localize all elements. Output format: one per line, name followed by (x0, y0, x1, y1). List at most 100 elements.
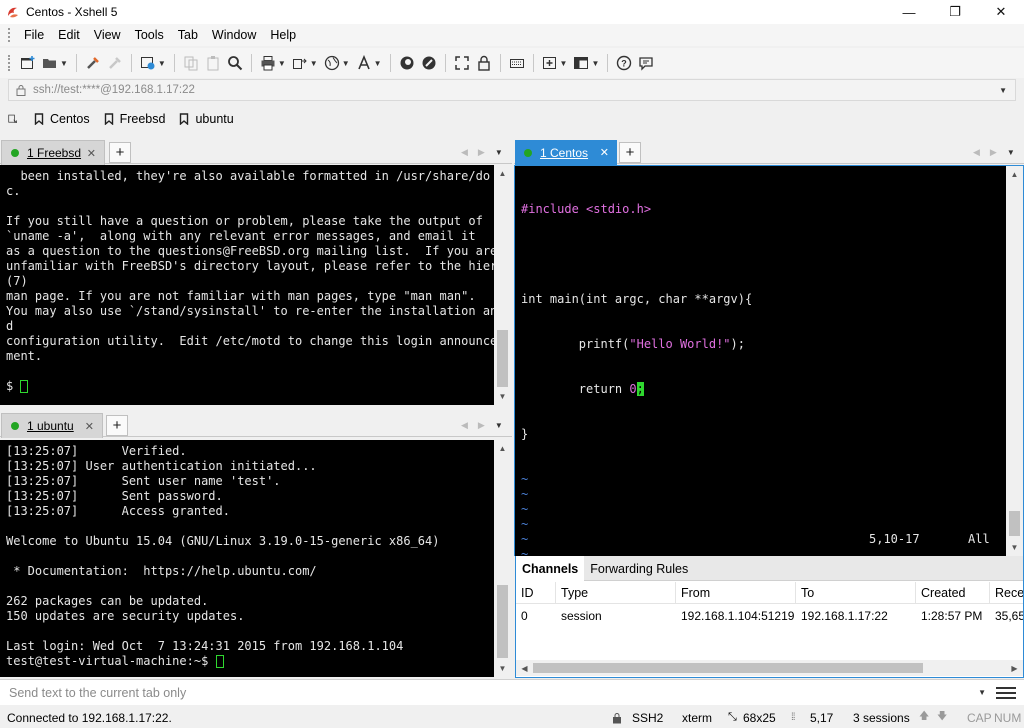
open-button[interactable]: ▼ (39, 52, 71, 74)
links-bar-menu[interactable] (8, 113, 24, 125)
table-row[interactable]: 0 session 192.168.1.104:51219 192.168.1.… (516, 606, 1023, 626)
tab-forwarding-rules[interactable]: Forwarding Rules (584, 556, 694, 581)
send-menu-icon[interactable] (996, 686, 1016, 699)
globe-icon (324, 55, 339, 71)
fullscreen-button[interactable] (451, 52, 473, 74)
send-target-dropdown[interactable]: ▼ (978, 688, 986, 697)
links-menu-icon (8, 114, 17, 123)
close-button[interactable]: ✕ (978, 0, 1024, 24)
col-id[interactable]: ID (516, 582, 556, 603)
address-dropdown[interactable]: ▼ (999, 86, 1007, 95)
tab-ubuntu[interactable]: 1 ubuntu ✕ (1, 413, 103, 438)
tab-list-icon[interactable]: ▼ (1007, 148, 1015, 157)
col-received[interactable]: Recei (990, 582, 1023, 603)
freebsd-scrollbar[interactable]: ▲ ▼ (494, 165, 511, 405)
font-button[interactable]: ▼ (353, 52, 385, 74)
new-tab-button[interactable]: + (619, 142, 641, 163)
session-down-icon[interactable]: 🡇 (937, 707, 947, 728)
scroll-right-icon[interactable]: ▶ (1006, 660, 1023, 676)
menu-help[interactable]: Help (263, 24, 303, 46)
scroll-thumb[interactable] (1009, 511, 1020, 536)
col-type[interactable]: Type (556, 582, 676, 603)
close-tab-icon[interactable]: ✕ (87, 147, 96, 160)
menu-view[interactable]: View (87, 24, 128, 46)
cell-created: 1:28:57 PM (921, 609, 983, 623)
scroll-left-icon[interactable]: ◀ (516, 660, 533, 676)
terminal-line: `uname -a', along with any relevant erro… (6, 229, 476, 243)
paste-button[interactable] (202, 52, 224, 74)
tab-centos[interactable]: 1 Centos ✕ (515, 140, 617, 165)
menu-tab[interactable]: Tab (171, 24, 205, 46)
minimize-button[interactable]: — (886, 0, 932, 24)
session-up-icon[interactable]: 🡅 (919, 707, 929, 728)
close-tab-icon[interactable]: ✕ (85, 420, 94, 433)
tab-prev-icon[interactable]: ◀ (461, 420, 468, 431)
connected-dot-icon (11, 149, 19, 157)
col-from[interactable]: From (676, 582, 796, 603)
print-button[interactable]: ▼ (257, 52, 289, 74)
copy-button[interactable] (180, 52, 202, 74)
new-tab-button[interactable]: + (106, 415, 128, 436)
xmanager-icon (422, 56, 436, 70)
centos-terminal[interactable]: #include <stdio.h> int main(int argc, ch… (515, 166, 1006, 556)
scroll-thumb[interactable] (533, 663, 923, 673)
new-tab-button[interactable]: + (109, 142, 131, 163)
scroll-up-icon[interactable]: ▲ (1006, 166, 1023, 183)
col-created[interactable]: Created (916, 582, 990, 603)
globe-button[interactable]: ▼ (321, 52, 353, 74)
lock-button[interactable] (473, 52, 495, 74)
tab-next-icon[interactable]: ▶ (478, 147, 485, 158)
channels-hscrollbar[interactable]: ◀ ▶ (516, 660, 1023, 676)
link-freebsd[interactable]: Freebsd (104, 112, 165, 126)
send-text-input[interactable]: Send text to the current tab only (9, 686, 186, 700)
tab-list-icon[interactable]: ▼ (495, 148, 503, 157)
centos-scrollbar[interactable]: ▲ ▼ (1006, 166, 1023, 556)
help-button[interactable]: ? (613, 52, 635, 74)
menu-window[interactable]: Window (205, 24, 263, 46)
compose-button[interactable]: ▼ (539, 52, 571, 74)
tab-prev-icon[interactable]: ◀ (973, 147, 980, 158)
status-cursor: 5,17 (810, 710, 834, 725)
scroll-up-icon[interactable]: ▲ (494, 165, 511, 182)
tab-next-icon[interactable]: ▶ (990, 147, 997, 158)
properties-button[interactable]: ▼ (137, 52, 169, 74)
menu-file[interactable]: File (17, 24, 51, 46)
link-centos[interactable]: Centos (34, 112, 90, 126)
scroll-down-icon[interactable]: ▼ (1006, 539, 1023, 556)
scroll-down-icon[interactable]: ▼ (494, 388, 511, 405)
freebsd-tabstrip: 1 Freebsd ✕ + ◀ ▶ ▼ (0, 140, 512, 165)
scroll-down-icon[interactable]: ▼ (494, 660, 511, 677)
link-ubuntu[interactable]: ubuntu (179, 112, 234, 126)
xmanager-button[interactable] (418, 52, 440, 74)
address-input[interactable]: ssh://test:****@192.168.1.17:22 (33, 84, 195, 96)
layout-button[interactable]: ▼ (570, 52, 602, 74)
keyboard-button[interactable] (506, 52, 528, 74)
ubuntu-scrollbar[interactable]: ▲ ▼ (494, 440, 511, 677)
ubuntu-terminal[interactable]: [13:25:07] Verified. [13:25:07] User auth… (0, 440, 494, 677)
reconnect-button[interactable] (82, 52, 104, 74)
chat-button[interactable] (635, 52, 657, 74)
freebsd-terminal[interactable]: been installed, they're also available f… (0, 165, 494, 405)
transfer-button[interactable]: ▼ (289, 52, 321, 74)
tab-next-icon[interactable]: ▶ (478, 420, 485, 431)
cell-received: 35,65 (995, 609, 1023, 623)
scroll-thumb[interactable] (497, 330, 508, 387)
menubar-grip (8, 28, 11, 42)
tab-list-icon[interactable]: ▼ (495, 421, 503, 430)
scroll-thumb[interactable] (497, 585, 508, 658)
maximize-button[interactable]: ❐ (932, 0, 978, 24)
disconnect-button[interactable] (104, 52, 126, 74)
xftp-button[interactable] (396, 52, 418, 74)
tab-channels[interactable]: Channels (516, 556, 585, 581)
find-button[interactable] (224, 52, 246, 74)
tab-freebsd[interactable]: 1 Freebsd ✕ (1, 140, 105, 165)
new-session-button[interactable] (17, 52, 39, 74)
scroll-up-icon[interactable]: ▲ (494, 440, 511, 457)
menu-tools[interactable]: Tools (128, 24, 171, 46)
close-tab-icon[interactable]: ✕ (600, 146, 609, 159)
col-to[interactable]: To (796, 582, 916, 603)
address-bar[interactable]: ssh://test:****@192.168.1.17:22 ▼ (8, 79, 1016, 101)
tab-prev-icon[interactable]: ◀ (461, 147, 468, 158)
menu-edit[interactable]: Edit (51, 24, 87, 46)
terminal-line: (7) (6, 274, 28, 288)
